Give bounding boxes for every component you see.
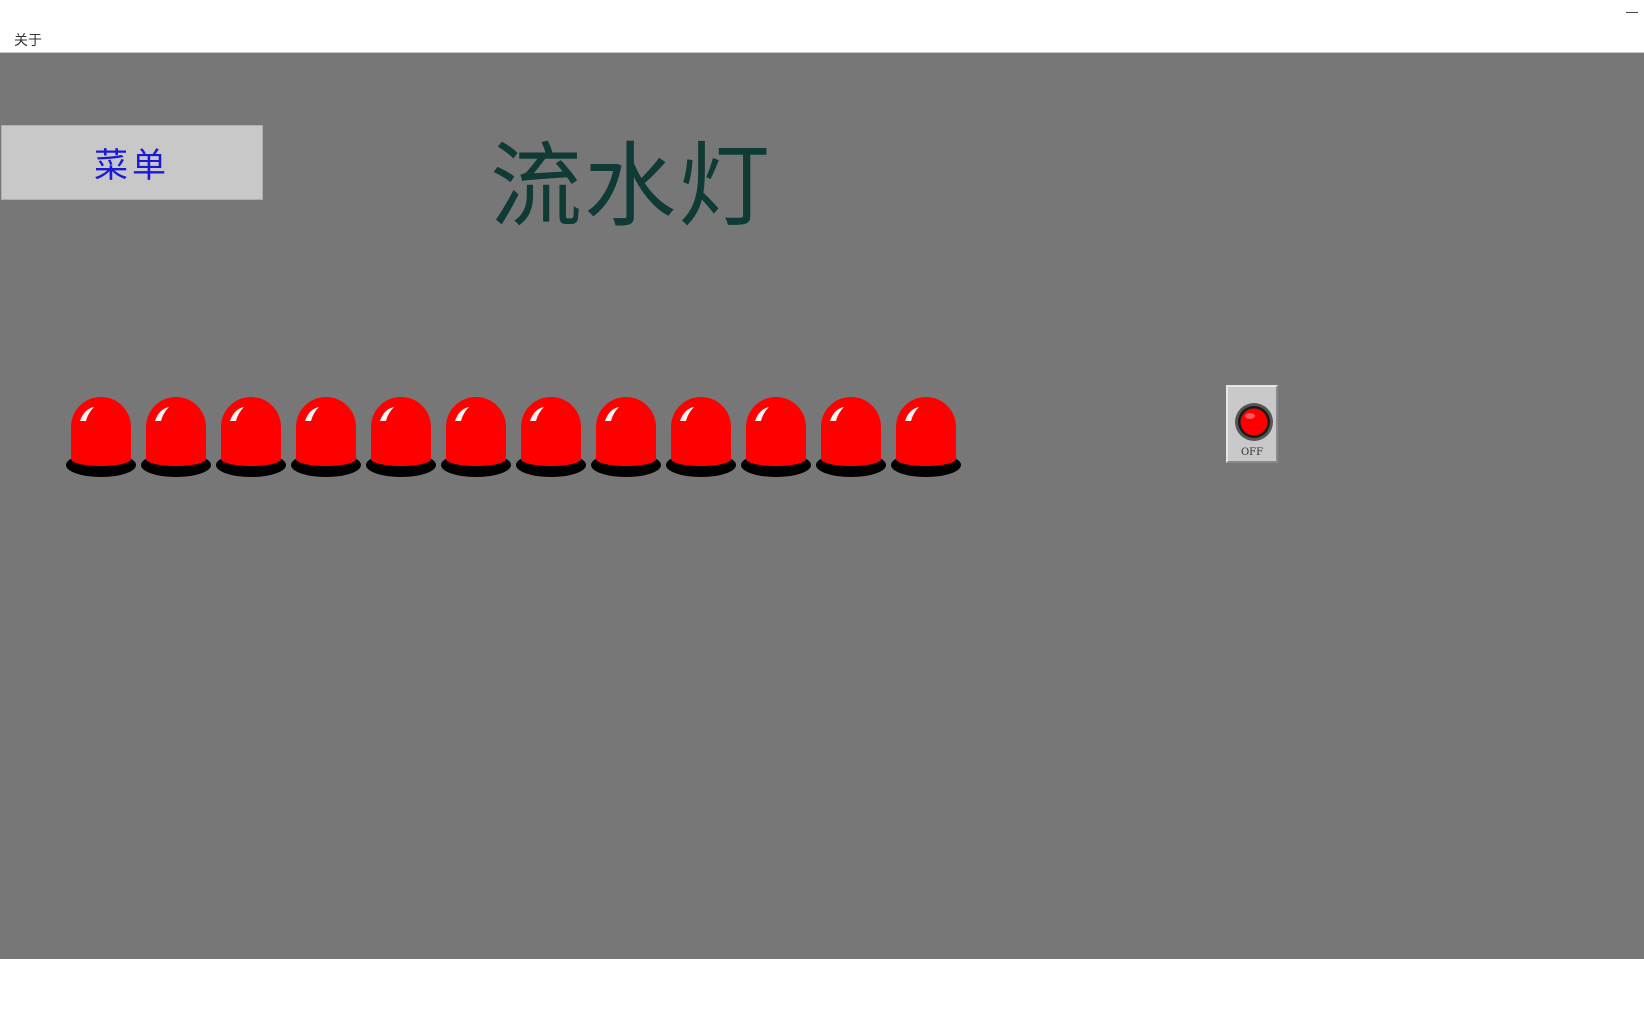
- indicator-lamp-icon: [214, 393, 288, 481]
- minimize-icon[interactable]: [1626, 12, 1638, 13]
- menu-button[interactable]: 菜单: [1, 125, 263, 200]
- switch-indicator-icon: [1233, 401, 1275, 447]
- lamp-row: [64, 393, 984, 483]
- bottom-area: [0, 959, 1644, 1028]
- indicator-lamp-icon: [814, 393, 888, 481]
- menu-item-about[interactable]: 关于: [14, 30, 42, 50]
- window-menubar: 关于: [0, 0, 1644, 53]
- page-title: 流水灯: [490, 133, 773, 240]
- indicator-lamp-icon: [514, 393, 588, 481]
- indicator-lamp-icon: [289, 393, 363, 481]
- indicator-lamp-icon: [589, 393, 663, 481]
- indicator-lamp-icon: [139, 393, 213, 481]
- indicator-lamp-icon: [364, 393, 438, 481]
- indicator-lamp-icon: [439, 393, 513, 481]
- indicator-lamp-icon: [889, 393, 963, 481]
- indicator-lamp-icon: [64, 393, 138, 481]
- hmi-screen: 菜单 流水灯 OFF: [0, 53, 1644, 959]
- indicator-lamp-icon: [739, 393, 813, 481]
- indicator-lamp-icon: [664, 393, 738, 481]
- switch-label: OFF: [1240, 447, 1264, 458]
- power-switch-button[interactable]: OFF: [1226, 385, 1278, 463]
